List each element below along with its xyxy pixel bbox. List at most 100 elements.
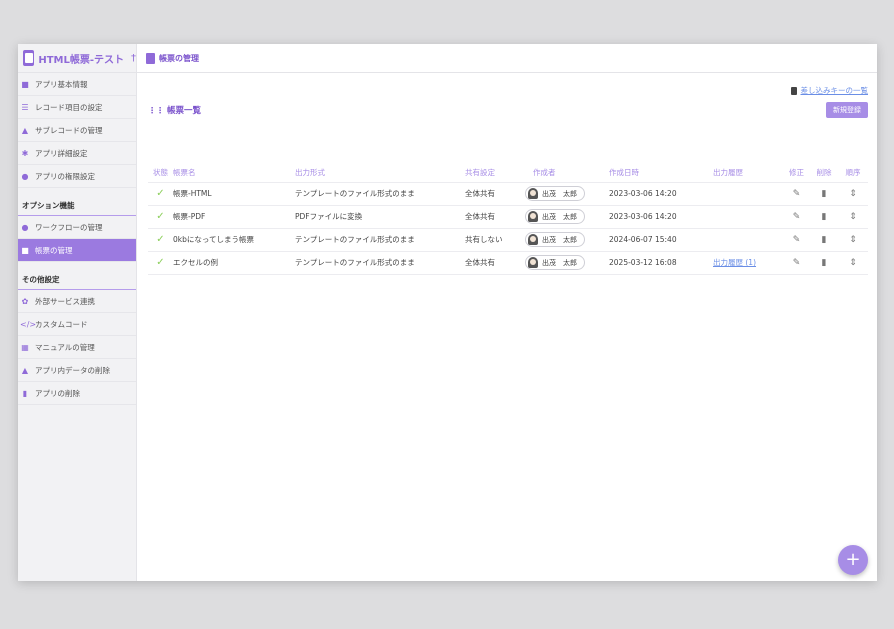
column-header: 作成者 <box>533 167 556 177</box>
edit-icon[interactable]: ✎ <box>783 204 810 228</box>
embed-keys-row: 差し込みキーの一覧 <box>790 85 869 96</box>
sidebar-item-label: アプリの削除 <box>35 388 80 398</box>
sidebar-item-manual[interactable]: ▦ マニュアルの管理 <box>18 336 136 359</box>
edit-icon[interactable]: ✎ <box>783 181 810 205</box>
document-icon <box>146 52 155 64</box>
eraser-icon: ▲ <box>21 365 29 375</box>
edit-icon[interactable]: ✎ <box>783 250 810 275</box>
creator-chip: 出茂 太郎 <box>525 209 585 224</box>
creator-name: 出茂 太郎 <box>542 212 577 221</box>
breadcrumb-label: 帳票の管理 <box>159 53 199 63</box>
share-setting: 全体共有 <box>465 181 525 205</box>
table-row[interactable]: ✓ 0kbになってしまう帳票 テンプレートのファイル形式のまま 共有しない 出茂… <box>148 227 868 251</box>
created-at: 2024-06-07 15:40 <box>609 227 713 251</box>
sidebar-item-external-services[interactable]: ✿ 外部サービス連携 <box>18 290 136 313</box>
breadcrumb: 帳票の管理 <box>137 52 199 64</box>
pin-icon[interactable]: † <box>131 53 136 64</box>
creator-name: 出茂 太郎 <box>542 235 577 244</box>
column-header: 出力履歴 <box>713 167 743 177</box>
sidebar-section-options: オプション機能 <box>18 196 136 216</box>
column-header: 修正 <box>789 167 804 177</box>
output-format: テンプレートのファイル形式のまま <box>295 181 465 205</box>
table-row[interactable]: ✓ エクセルの例 テンプレートのファイル形式のまま 全体共有 出茂 太郎 202… <box>148 250 868 275</box>
sidebar-item-label: サブレコードの管理 <box>35 125 103 135</box>
created-at: 2023-03-06 14:20 <box>609 181 713 205</box>
output-format: テンプレートのファイル形式のまま <box>295 227 465 251</box>
sidebar-item-app-info[interactable]: ■ アプリ基本情報 <box>18 73 136 96</box>
edit-icon[interactable]: ✎ <box>783 227 810 251</box>
app-brand[interactable]: HTML帳票-テスト † <box>18 44 137 72</box>
plugin-icon: ✿ <box>21 296 29 306</box>
sidebar-item-label: アプリ基本情報 <box>35 79 88 89</box>
creator-name: 出茂 太郎 <box>542 189 577 198</box>
sidebar-item-forms[interactable]: ■ 帳票の管理 <box>18 239 136 262</box>
sidebar-item-label: 帳票の管理 <box>35 245 73 255</box>
workflow-icon: ● <box>21 222 29 232</box>
add-fab-button[interactable]: + <box>838 545 868 575</box>
avatar <box>528 234 538 245</box>
trash-icon[interactable]: ▮ <box>810 250 838 275</box>
trash-icon[interactable]: ▮ <box>810 181 838 205</box>
status-check-icon: ✓ <box>148 204 173 228</box>
sidebar-item-app-details[interactable]: ✱ アプリ詳細設定 <box>18 142 136 165</box>
users-icon: ● <box>21 171 29 181</box>
sidebar-item-label: レコード項目の設定 <box>35 102 103 112</box>
list-icon: ☰ <box>21 102 29 112</box>
sidebar-item-label: マニュアルの管理 <box>35 342 95 352</box>
sort-handle-icon[interactable]: ⇕ <box>838 204 868 228</box>
column-header: 帳票名 <box>173 167 196 177</box>
column-header: 状態 <box>153 167 168 177</box>
sidebar-item-label: アプリ詳細設定 <box>35 148 88 158</box>
sidebar-item-custom-code[interactable]: </> カスタムコード <box>18 313 136 336</box>
embed-keys-link[interactable]: 差し込みキーの一覧 <box>801 85 869 96</box>
trash-icon[interactable]: ▮ <box>810 204 838 228</box>
status-check-icon: ✓ <box>148 227 173 251</box>
app-logo-icon <box>23 50 35 66</box>
column-header: 作成日時 <box>609 167 639 177</box>
column-header: 削除 <box>816 167 832 177</box>
output-format: PDFファイルに変換 <box>295 204 465 228</box>
sort-handle-icon[interactable]: ⇕ <box>838 250 868 275</box>
history-link[interactable]: 出力履歴 (1) <box>713 258 756 267</box>
document-icon: ■ <box>21 245 29 255</box>
sidebar-item-record-fields[interactable]: ☰ レコード項目の設定 <box>18 96 136 119</box>
sort-handle-icon[interactable]: ⇕ <box>838 181 868 205</box>
status-check-icon: ✓ <box>148 250 173 275</box>
column-header: 順序 <box>845 167 861 177</box>
share-setting: 全体共有 <box>465 204 525 228</box>
forms-table: 状態 帳票名 出力形式 共有設定 作成者 作成日時 出力履歴 修正 削除 順序 <box>148 163 868 275</box>
sidebar-item-subrecords[interactable]: ▲ サブレコードの管理 <box>18 119 136 142</box>
top-bar: HTML帳票-テスト † 帳票の管理 <box>18 44 877 73</box>
form-name: 帳票-HTML <box>173 181 295 205</box>
sidebar-item-label: アプリ内データの削除 <box>35 365 110 375</box>
sidebar-item-delete-app[interactable]: ▮ アプリの削除 <box>18 382 136 405</box>
sidebar-item-label: 外部サービス連携 <box>35 296 95 306</box>
output-format: テンプレートのファイル形式のまま <box>295 250 465 275</box>
new-form-button[interactable]: 新規登録 <box>826 102 868 118</box>
form-name: エクセルの例 <box>173 250 295 275</box>
table-row[interactable]: ✓ 帳票-HTML テンプレートのファイル形式のまま 全体共有 出茂 太郎 20… <box>148 181 868 205</box>
sidebar-item-delete-data[interactable]: ▲ アプリ内データの削除 <box>18 359 136 382</box>
column-header: 共有設定 <box>465 167 495 177</box>
avatar <box>528 188 538 199</box>
trash-icon[interactable]: ▮ <box>810 227 838 251</box>
sidebar-item-label: ワークフローの管理 <box>35 222 103 232</box>
sidebar-section-other: その他設定 <box>18 270 136 290</box>
sidebar: ■ アプリ基本情報 ☰ レコード項目の設定 ▲ サブレコードの管理 ✱ アプリ詳細設定 … <box>18 73 137 581</box>
puzzle-icon: ▲ <box>21 125 29 135</box>
sidebar-item-label: カスタムコード <box>35 319 88 329</box>
status-check-icon: ✓ <box>148 181 173 205</box>
app-title: HTML帳票-テスト <box>38 54 124 66</box>
app-window: HTML帳票-テスト † 帳票の管理 ■ アプリ基本情報 ☰ レコード項目の設定 ▲… <box>18 44 877 581</box>
sort-handle-icon[interactable]: ⇕ <box>838 227 868 251</box>
page-title: ⋮⋮ 帳票一覧 <box>148 104 201 117</box>
book-icon: ▦ <box>21 342 29 352</box>
table-row[interactable]: ✓ 帳票-PDF PDFファイルに変換 全体共有 出茂 太郎 2023-03-0… <box>148 204 868 228</box>
column-header: 出力形式 <box>295 167 325 177</box>
share-setting: 全体共有 <box>465 250 525 275</box>
created-at: 2023-03-06 14:20 <box>609 204 713 228</box>
creator-chip: 出茂 太郎 <box>525 186 585 201</box>
sidebar-item-workflow[interactable]: ● ワークフローの管理 <box>18 216 136 239</box>
sidebar-item-permissions[interactable]: ● アプリの権限設定 <box>18 165 136 188</box>
creator-chip: 出茂 太郎 <box>525 255 585 270</box>
